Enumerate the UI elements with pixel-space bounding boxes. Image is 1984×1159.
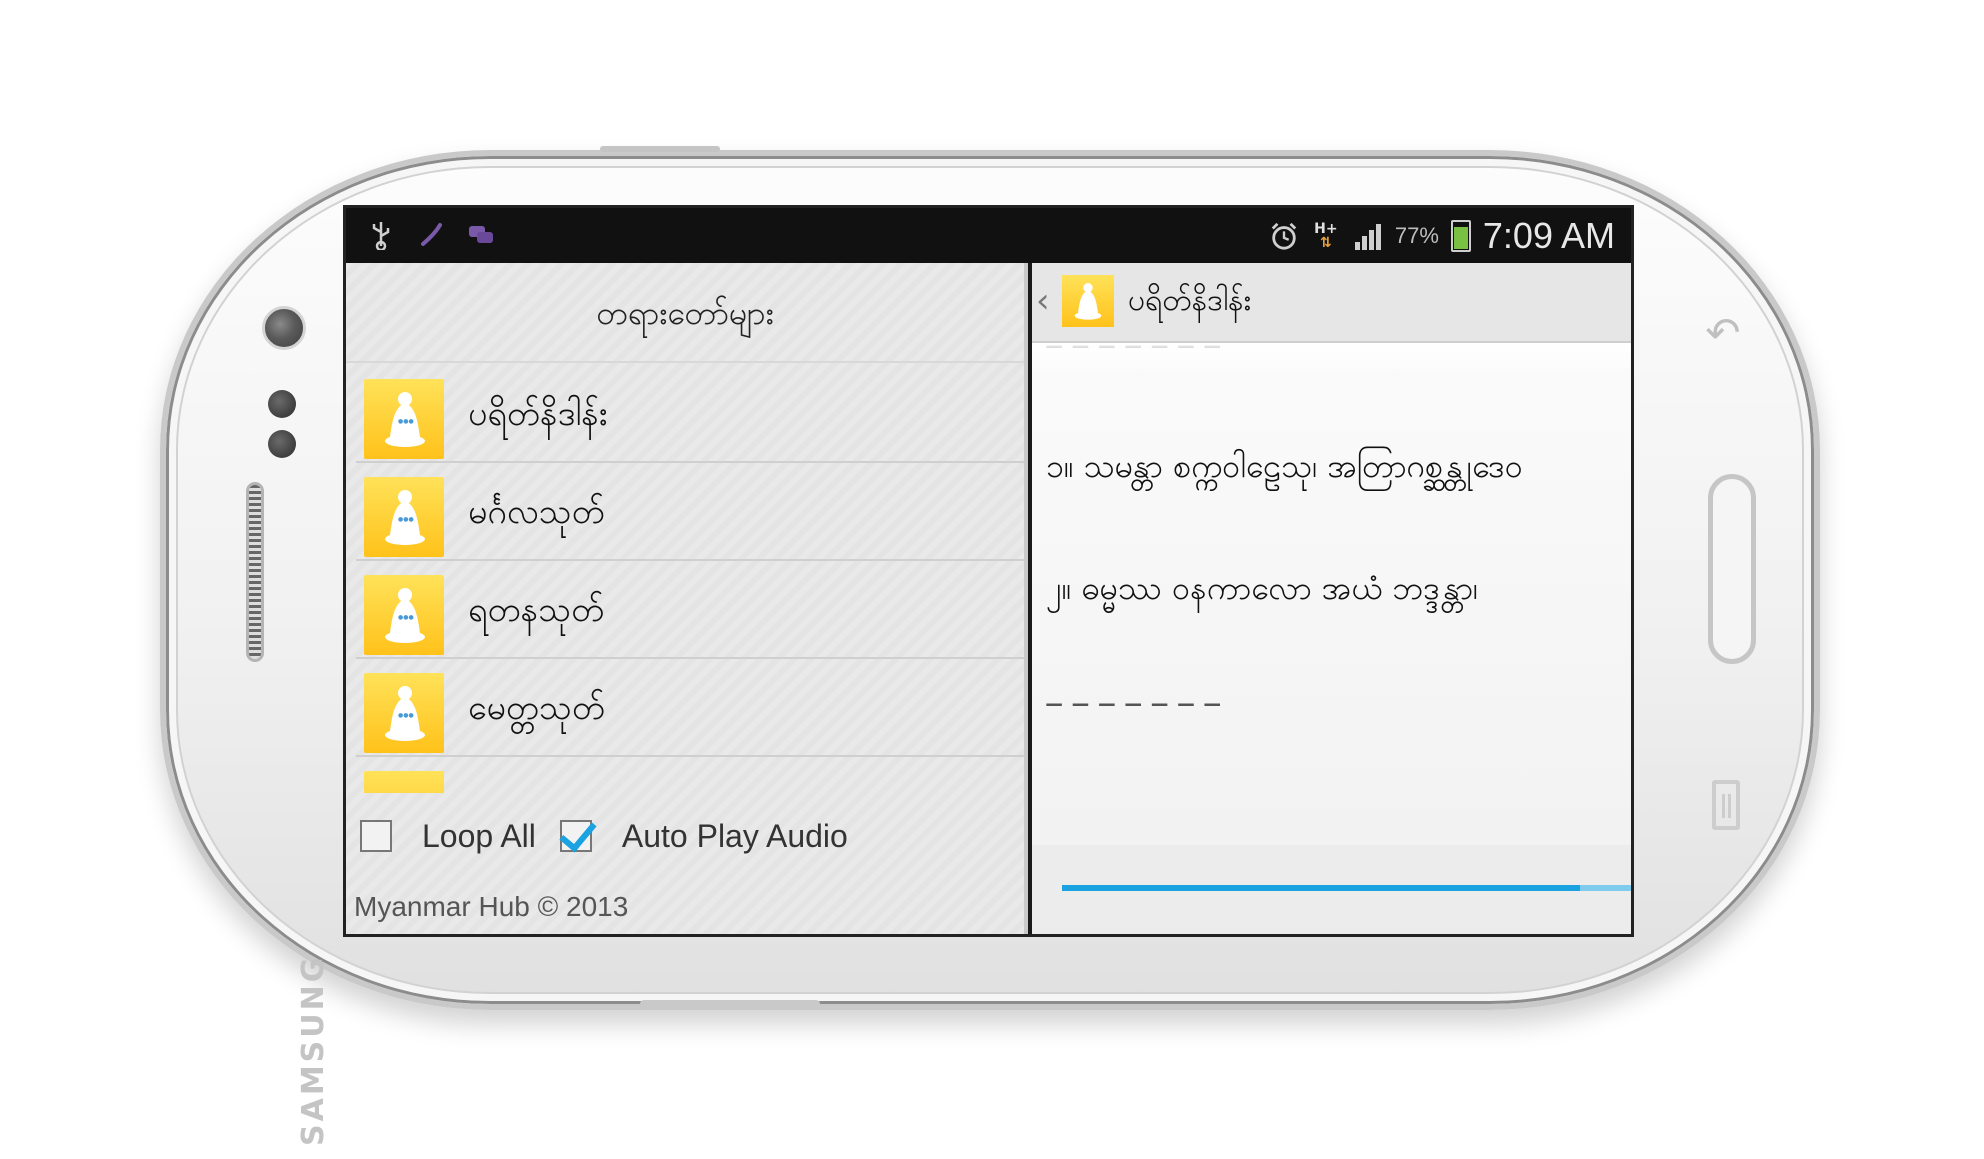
detail-title: ပရိတ်နိဒါန်း: [1128, 283, 1252, 318]
network-type-label: H+: [1314, 221, 1338, 237]
status-bar: H+ ⇅ 77% 7:09 AM: [346, 208, 1631, 263]
sermon-list-pane: တရားတော်များ ●●● ပရိတ်နိဒါန်း ●●● မင်္ဂလ…: [346, 263, 1028, 934]
light-sensor: [268, 430, 296, 458]
brand-logo: SAMSUNG: [296, 954, 331, 1146]
list-item-label: ရတနသုတ်: [468, 590, 605, 630]
sermon-detail-pane: ‹ ပရိတ်နိဒါန်း ⲻ ⲻ ⲻ ⲻ ⲻ ⲻ ⲻ ၁။ သမန္တာ စ…: [1032, 263, 1631, 934]
chat-icon: [466, 220, 496, 250]
list-item-label: ပရိတ်နိဒါန်း: [468, 394, 608, 434]
loop-all-checkbox[interactable]: [360, 820, 392, 852]
playback-options: Loop All Auto Play Audio: [360, 811, 872, 861]
phone-call-icon: [416, 220, 446, 250]
list-title: တရားတော်များ: [346, 263, 1024, 363]
audio-progress-bar[interactable]: [1062, 885, 1631, 891]
alarm-icon: [1269, 221, 1299, 251]
verse-line: ၂။ ဓမ္မဿ ဝနကာလော အယံ ဘဒ္ဒန္တာ၊: [1046, 569, 1479, 607]
auto-play-label: Auto Play Audio: [621, 817, 848, 854]
list-item-label: မေတ္တသုတ်: [468, 688, 605, 728]
hardware-back-icon[interactable]: ↶: [1703, 308, 1743, 358]
status-indicators: H+ ⇅ 77% 7:09 AM: [1269, 214, 1615, 258]
power-button: [600, 146, 720, 152]
clock: 7:09 AM: [1482, 215, 1615, 256]
list-item[interactable]: ●●● ပရိတ်နိဒါန်း: [356, 365, 1024, 463]
screen: H+ ⇅ 77% 7:09 AM တရားတော်များ ●●● ပရိတ်န…: [343, 205, 1634, 937]
notification-icons: [366, 218, 496, 252]
svg-text:●●●: ●●●: [398, 516, 414, 523]
signal-strength-icon: [1353, 222, 1383, 250]
network-type-icon: H+ ⇅: [1314, 221, 1338, 251]
list-item[interactable]: ●●● မင်္ဂလသုတ်: [356, 463, 1024, 561]
proximity-sensor: [268, 390, 296, 418]
buddha-icon: ●●●: [364, 673, 444, 753]
hardware-home-button[interactable]: [1708, 474, 1756, 664]
hardware-menu-icon[interactable]: [1712, 780, 1740, 830]
svg-text:●●●: ●●●: [398, 418, 414, 425]
front-camera: [262, 306, 306, 350]
list-item-label: မင်္ဂလသုတ်: [468, 492, 605, 532]
list-item[interactable]: [356, 757, 1024, 793]
audio-progress-fill: [1062, 885, 1580, 891]
verse-scroll-area[interactable]: ⲻ ⲻ ⲻ ⲻ ⲻ ⲻ ⲻ ၁။ သမန္တာ စက္ကဝါဠေသု၊ အတြာ…: [1032, 345, 1631, 845]
buddha-icon: [1062, 275, 1114, 327]
usb-icon: [366, 220, 396, 250]
back-chevron-icon[interactable]: ‹: [1036, 281, 1050, 321]
auto-play-checkbox[interactable]: [559, 820, 592, 852]
sermon-list[interactable]: ●●● ပရိတ်နိဒါန်း ●●● မင်္ဂလသုတ် ●●● ရတနသ…: [356, 365, 1024, 793]
buddha-icon: ●●●: [364, 379, 444, 459]
audio-progress-area: [1032, 845, 1631, 934]
earpiece-speaker: [246, 482, 264, 662]
buddha-icon: ●●●: [364, 575, 444, 655]
list-item[interactable]: ●●● မေတ္တသုတ်: [356, 659, 1024, 757]
volume-button: [640, 1000, 820, 1008]
list-item[interactable]: ●●● ရတနသုတ်: [356, 561, 1024, 659]
loop-all-label: Loop All: [422, 817, 536, 854]
verse-line: ၁။ သမန္တာ စက္ကဝါဠေသု၊ အတြာဂစ္ဆန္တုဒေဝ: [1046, 447, 1523, 485]
copyright-footer: Myanmar Hub © 2013: [354, 891, 629, 922]
scroll-fade: [1032, 345, 1631, 373]
battery-icon: [1450, 220, 1471, 252]
svg-text:●●●: ●●●: [398, 614, 414, 621]
detail-header: ‹ ပရိတ်နိဒါန်း: [1032, 263, 1631, 343]
buddha-icon: [364, 771, 444, 793]
verse-partial-bottom: ⲻ ⲻ ⲻ ⲻ ⲻ ⲻ ⲻ: [1046, 688, 1221, 726]
battery-percent: 77%: [1394, 223, 1439, 248]
svg-text:●●●: ●●●: [398, 712, 414, 719]
buddha-icon: ●●●: [364, 477, 444, 557]
